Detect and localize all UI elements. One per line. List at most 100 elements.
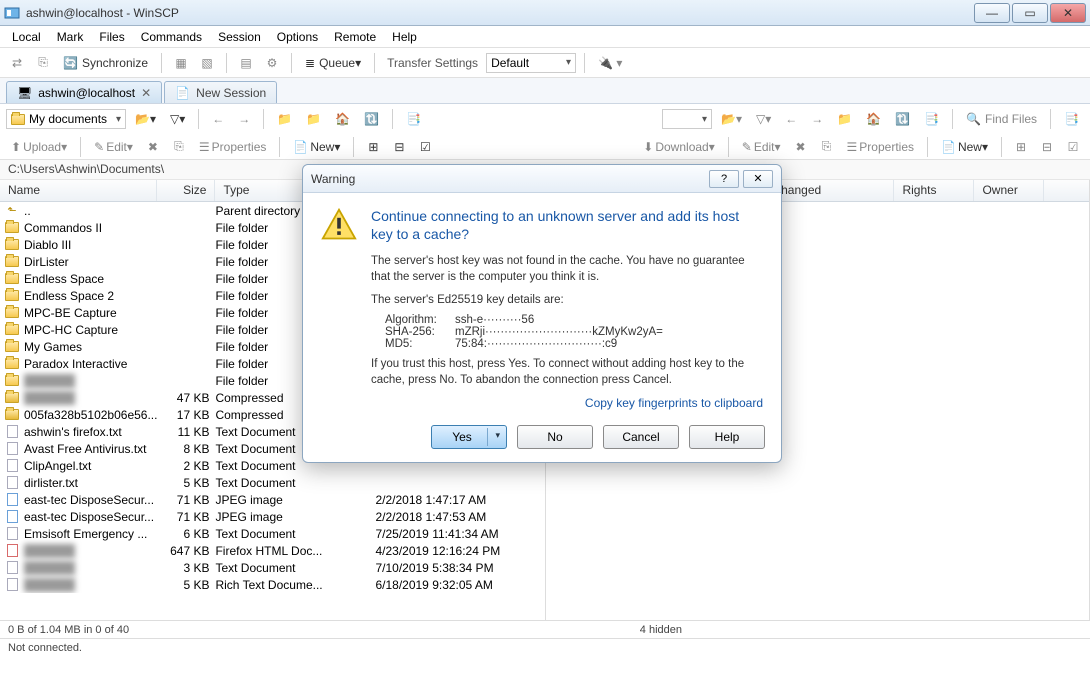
toolbar-icon[interactable]: 🔌 ▾: [593, 52, 627, 74]
open-folder-icon[interactable]: 📂▾: [130, 108, 161, 130]
copy-fingerprints-link[interactable]: Copy key fingerprints to clipboard: [371, 396, 763, 410]
table-row[interactable]: east-tec DisposeSecur... 71 KB JPEG imag…: [0, 491, 545, 508]
check-icon[interactable]: ☑: [1062, 136, 1084, 158]
file-name: ClipAngel.txt: [24, 459, 157, 473]
file-type: Text Document: [215, 476, 375, 490]
dialog-heading: Continue connecting to an unknown server…: [371, 207, 763, 243]
tab-label: ashwin@localhost: [38, 86, 135, 100]
no-button[interactable]: No: [517, 425, 593, 449]
back-icon[interactable]: ←: [780, 108, 802, 130]
col-owner[interactable]: Owner: [974, 180, 1044, 201]
filter-icon[interactable]: ▽▾: [751, 108, 776, 130]
table-row[interactable]: ██████ 647 KB Firefox HTML Doc... 4/23/2…: [0, 542, 545, 559]
menu-commands[interactable]: Commands: [133, 28, 210, 46]
queue-button[interactable]: ≣ Queue ▾: [300, 52, 366, 74]
bookmark-icon[interactable]: 📑: [401, 108, 426, 130]
file-size: 71 KB: [157, 493, 215, 507]
root-folder-icon[interactable]: 📁: [301, 108, 326, 130]
table-row[interactable]: dirlister.txt 5 KB Text Document: [0, 474, 545, 491]
col-name[interactable]: Name: [0, 180, 157, 201]
menu-session[interactable]: Session: [210, 28, 269, 46]
filter-icon[interactable]: ▽▾: [165, 108, 190, 130]
close-button[interactable]: ✕: [1050, 3, 1086, 23]
menu-files[interactable]: Files: [91, 28, 132, 46]
table-row[interactable]: ██████ 5 KB Rich Text Docume... 6/18/201…: [0, 576, 545, 593]
maximize-button[interactable]: ▭: [1012, 3, 1048, 23]
refresh-icon[interactable]: 🔃: [890, 108, 915, 130]
download-button[interactable]: ⬇ Download ▾: [638, 136, 719, 158]
table-row[interactable]: ██████ 3 KB Text Document 7/10/2019 5:38…: [0, 559, 545, 576]
table-row[interactable]: east-tec DisposeSecur... 71 KB JPEG imag…: [0, 508, 545, 525]
gear-icon[interactable]: ⚙: [261, 52, 283, 74]
back-icon[interactable]: ←: [207, 108, 229, 130]
dialog-help-icon[interactable]: ?: [709, 170, 739, 188]
toolbar-icon[interactable]: ▦: [170, 52, 192, 74]
menu-help[interactable]: Help: [384, 28, 425, 46]
new-button[interactable]: 📄 New ▾: [288, 136, 345, 158]
check-icon[interactable]: ☑: [414, 136, 436, 158]
file-icon: [4, 390, 20, 406]
toolbar-icon[interactable]: ▤: [235, 52, 257, 74]
bookmark-icon[interactable]: 📑: [1059, 108, 1084, 130]
cancel-button[interactable]: Cancel: [603, 425, 679, 449]
copy-icon[interactable]: ⎘: [816, 136, 838, 158]
col-size[interactable]: Size: [157, 180, 215, 201]
warning-icon: [321, 207, 357, 243]
edit-button[interactable]: ✎ Edit ▾: [89, 136, 138, 158]
up-folder-icon[interactable]: 📁: [272, 108, 297, 130]
delete-icon[interactable]: ✖: [790, 136, 812, 158]
home-icon[interactable]: 🏠: [330, 108, 355, 130]
refresh-icon[interactable]: 🔃: [359, 108, 384, 130]
synchronize-button[interactable]: 🔄 Synchronize: [58, 52, 153, 74]
plus-icon[interactable]: ⊞: [362, 136, 384, 158]
upload-button[interactable]: ⬆ Upload ▾: [6, 136, 72, 158]
find-files-button[interactable]: 🔍 Find Files: [961, 108, 1042, 130]
location-combo[interactable]: My documents: [6, 109, 126, 129]
menu-options[interactable]: Options: [269, 28, 326, 46]
connection-text: Not connected.: [8, 642, 82, 654]
file-icon: [4, 526, 20, 542]
file-name: MPC-BE Capture: [24, 306, 157, 320]
delete-icon[interactable]: ✖: [142, 136, 164, 158]
plus-icon[interactable]: ⊞: [1010, 136, 1032, 158]
minus-icon[interactable]: ⊟: [388, 136, 410, 158]
table-row[interactable]: Emsisoft Emergency ... 6 KB Text Documen…: [0, 525, 545, 542]
open-folder-icon[interactable]: 📂▾: [716, 108, 747, 130]
home-icon[interactable]: 🏠: [861, 108, 886, 130]
toolbar-icon[interactable]: ▧: [196, 52, 218, 74]
transfer-settings-combo[interactable]: Default: [486, 53, 576, 73]
menu-remote[interactable]: Remote: [326, 28, 384, 46]
new-button[interactable]: 📄 New ▾: [936, 136, 993, 158]
minimize-button[interactable]: —: [974, 3, 1010, 23]
file-icon: [4, 339, 20, 355]
help-button[interactable]: Help: [689, 425, 765, 449]
properties-button[interactable]: ☰ Properties: [194, 136, 271, 158]
status-hidden: 4 hidden: [640, 624, 682, 636]
edit-button[interactable]: ✎ Edit ▾: [737, 136, 786, 158]
compare-icon[interactable]: ⎘: [32, 52, 54, 74]
tab-session[interactable]: 🖥 ashwin@localhost ✕: [6, 81, 162, 103]
status-selection: 0 B of 1.04 MB in 0 of 40: [8, 624, 129, 636]
minus-icon[interactable]: ⊟: [1036, 136, 1058, 158]
col-changed[interactable]: Changed: [764, 180, 894, 201]
menu-mark[interactable]: Mark: [49, 28, 92, 46]
file-changed: 6/18/2019 9:32:05 AM: [375, 578, 545, 592]
sync-dirs-icon[interactable]: ⇄: [6, 52, 28, 74]
forward-icon[interactable]: →: [233, 108, 255, 130]
copy-icon[interactable]: ⎘: [168, 136, 190, 158]
tab-new-session[interactable]: 📄 New Session: [164, 81, 277, 103]
close-icon[interactable]: ✕: [141, 86, 151, 100]
dialog-close-icon[interactable]: ✕: [743, 170, 773, 188]
properties-button[interactable]: ☰ Properties: [842, 136, 919, 158]
file-name: ██████: [24, 374, 157, 388]
key-details: Algorithm:ssh-e··········56 SHA-256:mZRj…: [385, 314, 763, 350]
col-rights[interactable]: Rights: [894, 180, 974, 201]
menu-local[interactable]: Local: [4, 28, 49, 46]
yes-button[interactable]: Yes: [431, 425, 507, 449]
dialog-text: If you trust this host, press Yes. To co…: [371, 356, 763, 388]
remote-location-combo[interactable]: [662, 109, 712, 129]
bookmark-icon[interactable]: 📑: [919, 108, 944, 130]
dialog-title: Warning: [311, 172, 705, 186]
forward-icon[interactable]: →: [806, 108, 828, 130]
up-folder-icon[interactable]: 📁: [832, 108, 857, 130]
